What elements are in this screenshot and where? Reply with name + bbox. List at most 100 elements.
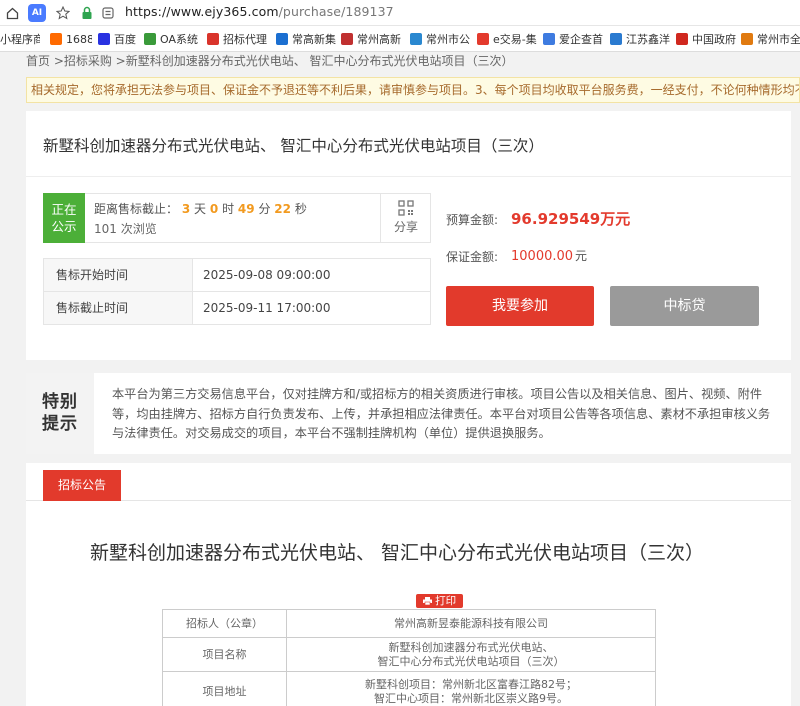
countdown-seconds: 22: [274, 202, 291, 216]
bookmark-favicon-icon: [676, 33, 688, 45]
countdown-label: 距离售标截止：: [94, 202, 179, 216]
sale-end-label: 售标截止时间: [44, 292, 193, 324]
bookmark-favicon-icon: [741, 33, 753, 45]
bookmark-favicon-icon: [341, 33, 353, 45]
bookmark-item[interactable]: 招标代理: [207, 30, 269, 48]
bookmark-item[interactable]: 常州市公: [410, 30, 470, 48]
bookmark-item[interactable]: 常州市全: [741, 30, 800, 48]
status-badge: 正在 公示: [43, 193, 85, 243]
special-heading-line: 提示: [42, 414, 78, 434]
breadcrumb[interactable]: 首页 >招标采购 >新墅科创加速器分布式光伏电站、 智汇中心分布式光伏电站项目（…: [26, 52, 514, 70]
special-notice-text: 本平台为第三方交易信息平台，仅对挂牌方和/或招标方的相关资质进行审核。项目公告以…: [112, 387, 771, 440]
bookmark-label: 江苏鑫洋: [626, 33, 670, 46]
risk-notice-banner: 相关规定，您将承担无法参与项目、保证金不予退还等不利后果，请审慎参与项目。3、每…: [26, 77, 800, 103]
bookmark-label: 常高新集: [292, 33, 336, 46]
home-icon[interactable]: [3, 4, 21, 22]
secure-lock-icon: [78, 4, 96, 22]
table-row: 招标人（公章） 常州高新昱泰能源科技有限公司: [162, 609, 656, 638]
table-value-line: 智汇中心项目：常州新北区崇义路9号。: [374, 691, 568, 705]
sale-end-row: 售标截止时间 2025-09-11 17:00:00: [43, 291, 431, 325]
countdown-hours: 0: [209, 202, 219, 216]
bookmark-favicon-icon: [276, 33, 288, 45]
sale-start-row: 售标开始时间 2025-09-08 09:00:00: [43, 258, 431, 292]
countdown: 距离售标截止： 3 天 0 时 49 分 22 秒: [94, 200, 307, 217]
budget-label: 预算金额:: [446, 213, 499, 227]
ai-assistant-icon[interactable]: AI: [28, 4, 46, 22]
table-value-line: 智汇中心分布式光伏电站项目（三次）: [377, 654, 565, 668]
bookmark-item[interactable]: OA系统: [144, 30, 200, 48]
bookmark-item[interactable]: 中国政府: [676, 30, 736, 48]
bookmark-favicon-icon: [610, 33, 622, 45]
bookmark-label: 小程序商: [0, 33, 40, 46]
sale-end-value: 2025-09-11 17:00:00: [203, 301, 331, 315]
table-value-line: 新墅科创项目：常州新北区富春江路82号；: [365, 677, 577, 691]
join-button[interactable]: 我要参加: [446, 286, 594, 326]
announcement-title: 新墅科创加速器分布式光伏电站、 智汇中心分布式光伏电站项目（三次）: [90, 542, 705, 564]
url-field[interactable]: https://www.ejy365.com/purchase/189137: [125, 4, 394, 19]
url-host: https://www.ejy365.com: [125, 4, 279, 19]
announcement-info-table: 招标人（公章） 常州高新昱泰能源科技有限公司 项目名称 新墅科创加速器分布式光伏…: [162, 609, 656, 706]
table-key: 项目地址: [162, 671, 287, 706]
bookmark-label: OA系统: [160, 33, 198, 46]
bookmark-item[interactable]: 百度: [98, 30, 138, 48]
bookmark-label: 百度: [114, 33, 136, 46]
table-value-line: 新墅科创加速器分布式光伏电站、: [388, 640, 554, 654]
countdown-days: 3: [181, 202, 191, 216]
sale-start-value: 2025-09-08 09:00:00: [203, 268, 331, 282]
qr-code-icon: [398, 200, 414, 216]
bookmark-favicon-icon: [98, 33, 110, 45]
special-notice-heading: 特别 提示: [26, 373, 94, 454]
bookmark-favicon-icon: [144, 33, 156, 45]
bookmark-favicon-icon: [50, 33, 62, 45]
bookmark-label: 招标代理: [223, 33, 267, 46]
site-info-icon[interactable]: [99, 4, 117, 22]
table-key: 项目名称: [162, 637, 287, 672]
bookmark-favicon-icon: [543, 33, 555, 45]
bookmark-favicon-icon: [410, 33, 422, 45]
bookmark-item[interactable]: 常州高新: [341, 30, 403, 48]
printer-icon: [422, 595, 435, 607]
bookmark-label: 常州市公: [426, 33, 470, 46]
days-unit: 天: [194, 202, 207, 216]
status-badge-line: 正在: [51, 202, 77, 217]
minutes-unit: 分: [258, 202, 271, 216]
table-row: 项目地址 新墅科创项目：常州新北区富春江路82号； 智汇中心项目：常州新北区崇义路…: [162, 671, 656, 706]
print-label: 打印: [435, 595, 457, 607]
bookmark-item[interactable]: 江苏鑫洋: [610, 30, 670, 48]
table-value: 常州高新昱泰能源科技有限公司: [286, 609, 656, 638]
url-path: /purchase/189137: [278, 4, 394, 19]
bid-loan-button[interactable]: 中标贷: [610, 286, 759, 326]
bookmark-item[interactable]: 1688: [50, 30, 92, 48]
table-key: 招标人（公章）: [162, 609, 287, 638]
address-bar: AI https://www.ejy365.com/purchase/18913…: [0, 0, 800, 26]
countdown-minutes: 49: [237, 202, 255, 216]
table-row: 项目名称 新墅科创加速器分布式光伏电站、 智汇中心分布式光伏电站项目（三次）: [162, 637, 656, 672]
bookmark-label: 常州高新: [357, 33, 401, 46]
bookmark-favicon-icon: [477, 33, 489, 45]
table-value: 新墅科创加速器分布式光伏电站、 智汇中心分布式光伏电站项目（三次）: [286, 637, 656, 672]
star-icon[interactable]: [54, 4, 72, 22]
tab-bid-announcement[interactable]: 招标公告: [43, 470, 121, 501]
divider: [26, 176, 791, 177]
status-badge-line: 公示: [51, 219, 77, 234]
budget-value: 96.929549万元: [511, 210, 631, 228]
share-button[interactable]: 分享: [380, 193, 431, 243]
share-label: 分享: [393, 220, 418, 234]
print-button[interactable]: 打印: [416, 594, 463, 608]
seconds-unit: 秒: [294, 202, 307, 216]
table-value: 新墅科创项目：常州新北区富春江路82号； 智汇中心项目：常州新北区崇义路9号。: [286, 671, 656, 706]
deposit-amount: 10000.00 元: [511, 247, 587, 264]
bookmark-label: 常州市全: [757, 33, 800, 46]
bookmark-label: 爱企查首: [559, 33, 603, 46]
sale-start-label: 售标开始时间: [44, 259, 193, 291]
project-title: 新墅科创加速器分布式光伏电站、 智汇中心分布式光伏电站项目（三次）: [43, 137, 544, 155]
bookmarks-bar: 小程序商 1688 百度 OA系统 招标代理 常高新集 常州高新 常州市公 e交易-集 爱企查首 江…: [0, 26, 800, 52]
special-heading-line: 特别: [42, 392, 78, 412]
bookmark-item[interactable]: 小程序商: [0, 30, 40, 48]
bookmark-item[interactable]: 常高新集: [276, 30, 336, 48]
bookmark-label: 1688: [66, 32, 92, 46]
bookmark-item[interactable]: e交易-集: [477, 30, 537, 48]
hours-unit: 时: [222, 202, 235, 216]
bookmark-item[interactable]: 爱企查首: [543, 30, 605, 48]
bookmark-favicon-icon: [207, 33, 219, 45]
